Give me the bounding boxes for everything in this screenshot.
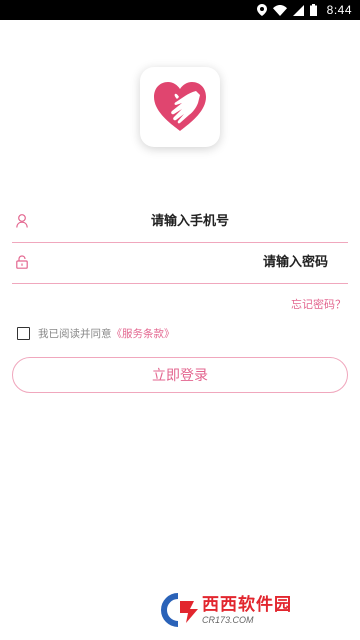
phone-field-row: [12, 200, 348, 243]
watermark-subtitle: CR173.COM: [202, 614, 254, 625]
forgot-password-link[interactable]: 忘记密码？: [291, 296, 346, 312]
watermark: 西西软件园 CR173.COM: [160, 593, 336, 627]
user-icon: [12, 211, 32, 231]
agree-text: 我已阅读并同意: [38, 327, 112, 340]
status-bar: 8:44: [0, 0, 360, 20]
signal-icon: [292, 4, 304, 16]
password-input[interactable]: [32, 246, 348, 278]
terms-link[interactable]: 《服务条款》: [112, 326, 175, 341]
heart-hand-icon: [154, 82, 206, 131]
terms-agreement: 我已阅读并同意 《服务条款》: [17, 325, 175, 341]
location-icon: [256, 4, 267, 16]
watermark-logo-icon: [160, 593, 200, 627]
phone-input[interactable]: [32, 205, 348, 237]
lock-icon: [12, 252, 32, 272]
app-logo: [140, 67, 220, 147]
agree-checkbox[interactable]: [17, 326, 30, 340]
password-field-row: [12, 241, 348, 284]
wifi-icon: [272, 4, 287, 16]
login-button[interactable]: 立即登录: [12, 357, 348, 393]
battery-icon: [309, 4, 317, 16]
status-time: 8:44: [326, 3, 352, 17]
watermark-title: 西西软件园: [202, 594, 292, 615]
